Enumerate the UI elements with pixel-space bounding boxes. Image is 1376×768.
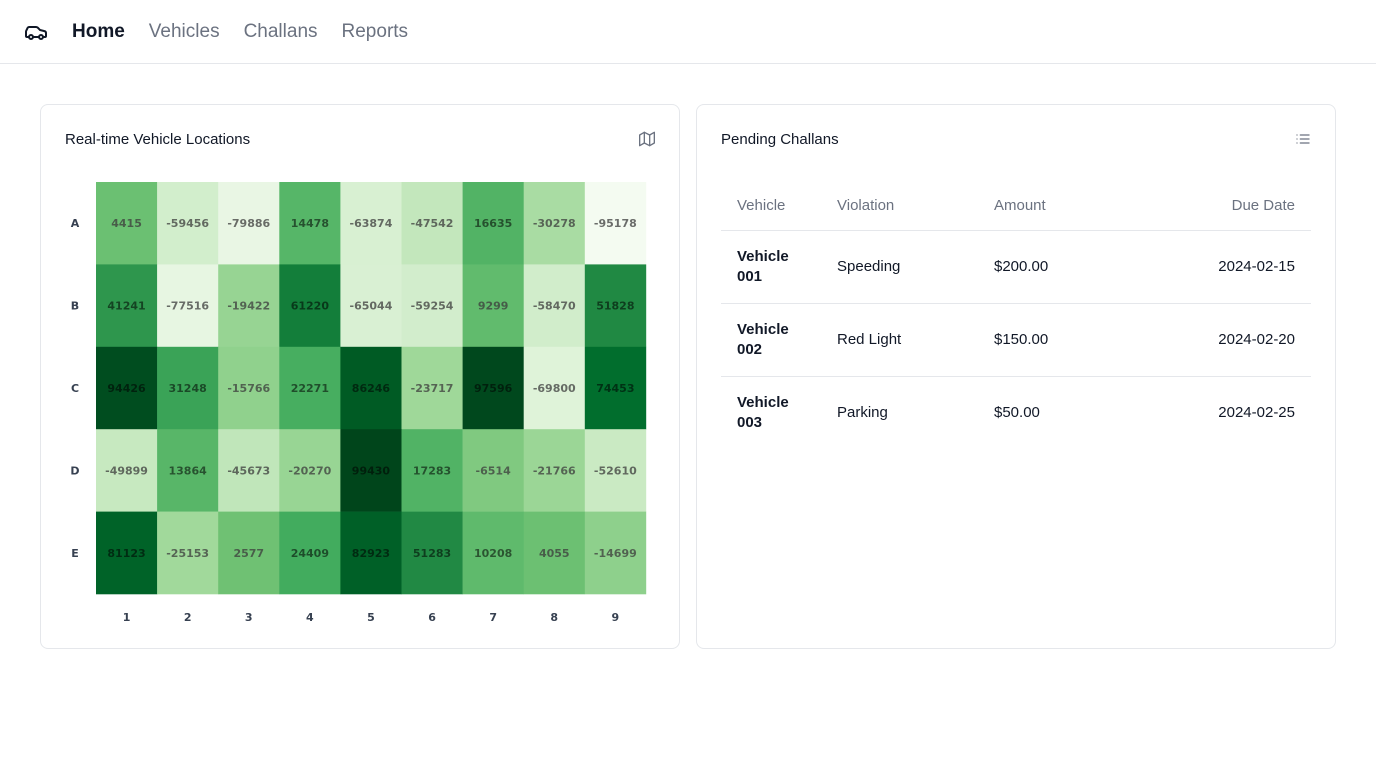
heatmap-cell-label: -25153 (166, 547, 209, 560)
vehicle-cell: Vehicle 003 (737, 393, 789, 431)
heatmap-cell-label: -45673 (227, 464, 270, 477)
amount-cell: $150.00 (978, 303, 1098, 377)
heatmap-column-label: 3 (245, 611, 253, 624)
heatmap-cell-label: 51283 (413, 547, 451, 560)
heatmap-cell-label: 14478 (291, 217, 329, 230)
heatmap-cell-label: -52610 (594, 464, 637, 477)
nav-vehicles[interactable]: Vehicles (149, 21, 220, 43)
heatmap-cell-label: -23717 (411, 382, 454, 395)
list-icon[interactable] (1295, 131, 1311, 147)
heatmap-column-label: 5 (367, 611, 375, 624)
heatmap-cell-label: -69800 (533, 382, 576, 395)
heatmap-cell-label: 2577 (233, 547, 264, 560)
top-nav: Home Vehicles Challans Reports (0, 0, 1376, 64)
heatmap-cell-label: -19422 (227, 300, 270, 313)
heatmap-cell-label: -63874 (350, 217, 393, 230)
heatmap-cell-label: 13864 (169, 464, 208, 477)
heatmap-cell-label: -14699 (594, 547, 637, 560)
table-header-row: Vehicle Violation Amount Due Date (721, 181, 1311, 231)
heatmap-column-label: 9 (612, 611, 620, 624)
heatmap-cell-label: -20270 (288, 464, 331, 477)
heatmap-cell-label: -59254 (411, 300, 454, 313)
heatmap-cell-label: -79886 (227, 217, 270, 230)
heatmap-cell-label: -77516 (166, 300, 209, 313)
heatmap-cell-label: 81123 (107, 547, 145, 560)
heatmap-cell-label: -65044 (350, 300, 393, 313)
heatmap-cell-label: 24409 (291, 547, 329, 560)
violation-cell: Parking (837, 404, 888, 422)
heatmap-cell-label: 10208 (474, 547, 512, 560)
column-header-due-date: Due Date (1098, 181, 1311, 231)
heatmap-cell-label: 16635 (474, 217, 512, 230)
heatmap-cell-label: 31248 (169, 382, 207, 395)
nav-challans[interactable]: Challans (244, 21, 318, 43)
heatmap-cell-label: 17283 (413, 464, 451, 477)
heatmap-cell-label: -30278 (533, 217, 576, 230)
heatmap-column-label: 4 (306, 611, 314, 624)
heatmap-cell-label: -49899 (105, 464, 148, 477)
heatmap-cell-label: -59456 (166, 217, 209, 230)
column-header-amount: Amount (978, 181, 1098, 231)
heatmap-cell-label: -47542 (411, 217, 454, 230)
heatmap-cell-label: -95178 (594, 217, 637, 230)
heatmap-cell-label: 61220 (291, 300, 330, 313)
due-date-cell: 2024-02-15 (1098, 230, 1311, 304)
challans-card-title: Pending Challans (721, 131, 839, 148)
amount-cell: $200.00 (978, 230, 1098, 304)
heatmap-row-label: B (71, 300, 79, 313)
heatmap-row-label: C (71, 382, 79, 395)
heatmap-row-label: E (71, 547, 79, 560)
heatmap-column-label: 8 (550, 611, 558, 624)
column-header-violation: Violation (821, 181, 978, 231)
heatmap-cell-label: 97596 (474, 382, 513, 395)
heatmap-cell-label: -6514 (476, 464, 512, 477)
heatmap-column-label: 1 (123, 611, 131, 624)
heatmap-cell-label: 82923 (352, 547, 390, 560)
heatmap-cell-label: 4055 (539, 547, 570, 560)
due-date-cell: 2024-02-20 (1098, 303, 1311, 377)
violation-cell: Speeding (821, 230, 978, 304)
table-row[interactable]: Vehicle 002 Red Light $150.00 2024-02-20 (721, 303, 1311, 377)
heatmap-cell-label: 86246 (352, 382, 391, 395)
heatmap-cell-label: 4415 (111, 217, 142, 230)
heatmap-cell-label: -58470 (533, 300, 576, 313)
heatmap-row-label: A (71, 217, 80, 230)
challans-table: Vehicle Violation Amount Due Date Vehicl… (721, 181, 1311, 449)
heatmap-cell-label: 99430 (352, 464, 391, 477)
heatmap-cell-label: -21766 (533, 464, 576, 477)
nav-reports[interactable]: Reports (342, 21, 409, 43)
heatmap-cell-label: -15766 (227, 382, 270, 395)
heatmap-cell-label: 9299 (478, 300, 509, 313)
heatmap-column-label: 6 (428, 611, 436, 624)
heatmap-row-label: D (70, 464, 79, 477)
table-row[interactable]: Vehicle 001 Speeding $200.00 2024-02-15 (721, 230, 1311, 304)
heatmap-cell-label: 74453 (596, 382, 634, 395)
car-icon[interactable] (24, 20, 48, 44)
location-heatmap: 4415 -59456 -79886 14478 -63874 -47542 16635 -3… (70, 182, 647, 624)
vehicle-locations-card: Real-time Vehicle Locations 4415 -59456 -7… (40, 104, 680, 649)
heatmap-cell-label: 22271 (291, 382, 329, 395)
heatmap-cell-label: 51828 (596, 300, 634, 313)
column-header-vehicle: Vehicle (721, 181, 821, 231)
table-row[interactable]: Vehicle 003 Parking $50.00 2024-02-25 (721, 376, 1311, 449)
heatmap-cell-label: 94426 (107, 382, 146, 395)
heatmap-column-label: 7 (489, 611, 497, 624)
violation-cell: Red Light (821, 303, 978, 377)
amount-cell: $50.00 (994, 404, 1040, 422)
vehicle-cell: Vehicle 002 (721, 303, 821, 377)
due-date-cell: 2024-02-25 (1218, 404, 1295, 422)
heatmap-cell-label: 41241 (107, 300, 145, 313)
vehicle-cell: Vehicle 001 (721, 230, 821, 304)
heatmap-column-label: 2 (184, 611, 192, 624)
pending-challans-card: Pending Challans Vehicle Violation Amoun… (696, 104, 1336, 649)
nav-home[interactable]: Home (72, 21, 125, 43)
